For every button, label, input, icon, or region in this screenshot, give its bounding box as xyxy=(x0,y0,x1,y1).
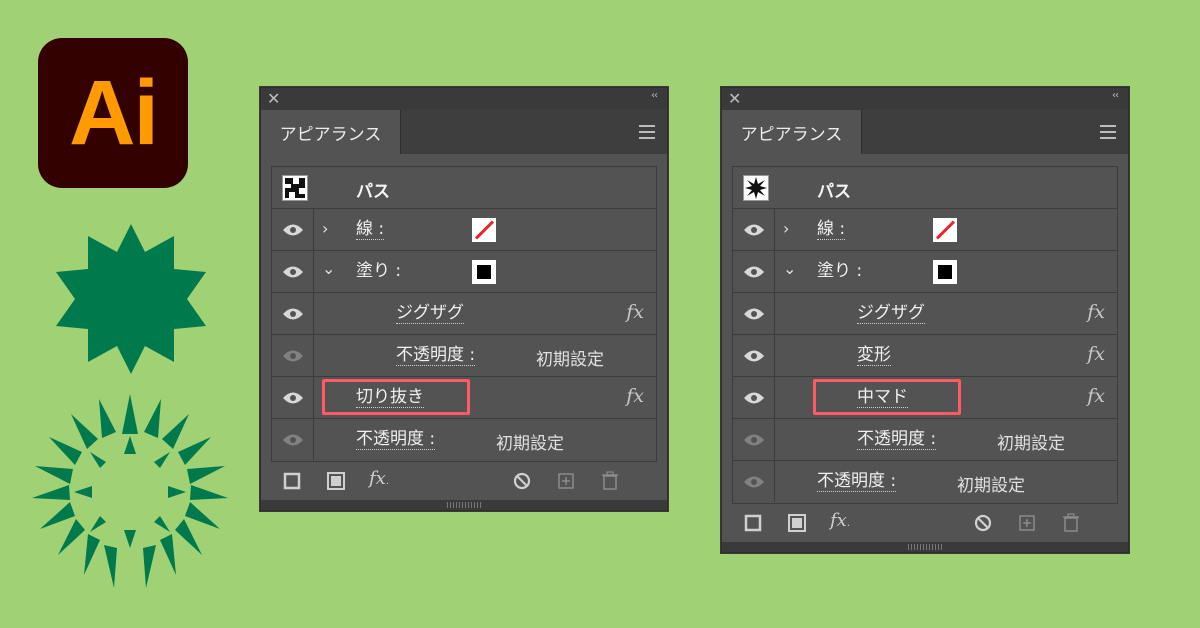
delete-icon[interactable] xyxy=(601,471,619,495)
opacity-value: 初期設定 xyxy=(957,476,1025,496)
tab-appearance[interactable]: アピアランス xyxy=(261,110,401,154)
panel-titlebar: ✕ ‹‹ xyxy=(722,88,1128,110)
fx-icon[interactable]: fx xyxy=(626,385,644,407)
zigzag-effect-label[interactable]: ジグザグ xyxy=(396,303,464,324)
zigzag-star-shape xyxy=(56,224,206,374)
list-item-transform[interactable]: 変形 fx xyxy=(733,335,1117,377)
add-effect-icon[interactable]: fx. xyxy=(369,468,389,489)
panel-titlebar: ✕ ‹‹ xyxy=(261,88,667,110)
list-item-path[interactable]: パス xyxy=(733,167,1117,209)
eye-icon[interactable] xyxy=(272,293,314,334)
eye-icon[interactable] xyxy=(733,419,775,460)
fx-icon[interactable]: fx xyxy=(1087,385,1105,407)
fx-icon[interactable]: fx xyxy=(626,301,644,323)
collapse-icon[interactable]: ‹‹ xyxy=(651,90,658,101)
close-icon[interactable]: ✕ xyxy=(267,89,280,109)
fx-icon[interactable]: fx xyxy=(1087,301,1105,323)
opacity-label[interactable]: 不透明度 : xyxy=(817,471,897,492)
eye-icon[interactable] xyxy=(733,377,775,418)
eye-icon[interactable] xyxy=(733,209,775,250)
list-item-opacity[interactable]: 不透明度 : 初期設定 xyxy=(733,461,1117,503)
collapse-icon[interactable]: ‹‹ xyxy=(1112,90,1119,101)
path-label: パス xyxy=(356,182,390,202)
list-item-stroke[interactable]: › 線 : xyxy=(272,209,656,251)
eye-icon[interactable] xyxy=(272,335,314,376)
opacity-label[interactable]: 不透明度 : xyxy=(396,345,476,366)
close-icon[interactable]: ✕ xyxy=(728,89,741,109)
add-effect-icon[interactable]: fx. xyxy=(830,510,850,531)
fill-label[interactable]: 塗り : xyxy=(817,261,862,281)
eye-icon[interactable] xyxy=(733,461,775,502)
new-fill-icon[interactable] xyxy=(788,514,806,536)
opacity-value: 初期設定 xyxy=(496,434,564,454)
exclude-effect-label[interactable]: 中マド xyxy=(857,387,908,408)
list-item-path[interactable]: パス xyxy=(272,167,656,209)
appearance-panel-1: ✕ ‹‹ アピアランス パス › 線 : ⌄ 塗り : ジグザグ fx 不透明度… xyxy=(260,87,668,511)
new-stroke-icon[interactable] xyxy=(283,472,301,494)
list-item-opacity[interactable]: 不透明度 : 初期設定 xyxy=(272,419,656,461)
cutout-effect-label[interactable]: 切り抜き xyxy=(356,387,424,408)
chevron-down-icon[interactable]: ⌄ xyxy=(783,259,796,278)
list-item-opacity[interactable]: 不透明度 : 初期設定 xyxy=(272,335,656,377)
list-item-cutout[interactable]: 切り抜き fx xyxy=(272,377,656,419)
chevron-right-icon[interactable]: › xyxy=(322,219,328,238)
tab-row: アピアランス xyxy=(722,110,1128,154)
path-thumbnail-icon xyxy=(743,175,769,201)
tab-row: アピアランス xyxy=(261,110,667,154)
resize-grip[interactable] xyxy=(261,500,667,510)
eye-icon[interactable] xyxy=(272,209,314,250)
new-stroke-icon[interactable] xyxy=(744,514,762,536)
eye-icon[interactable] xyxy=(733,335,775,376)
appearance-list: パス › 線 : ⌄ 塗り : ジグザグ fx 変形 fx 中マド fx 不透明… xyxy=(732,166,1118,504)
zigzag-star-polygon xyxy=(56,224,206,374)
menu-icon[interactable] xyxy=(639,125,655,143)
eye-icon[interactable] xyxy=(733,293,775,334)
opacity-value: 初期設定 xyxy=(536,350,604,370)
resize-grip[interactable] xyxy=(722,542,1128,552)
opacity-label[interactable]: 不透明度 : xyxy=(356,429,436,450)
eye-icon[interactable] xyxy=(272,251,314,292)
list-item-opacity[interactable]: 不透明度 : 初期設定 xyxy=(733,419,1117,461)
fill-label[interactable]: 塗り : xyxy=(356,261,401,281)
duplicate-icon[interactable] xyxy=(1018,514,1036,536)
tab-appearance[interactable]: アピアランス xyxy=(722,110,862,154)
fx-icon[interactable]: fx xyxy=(1087,343,1105,365)
eye-icon[interactable] xyxy=(272,377,314,418)
fill-swatch[interactable] xyxy=(472,260,496,284)
sunburst-ring-shape xyxy=(32,394,228,588)
fill-swatch[interactable] xyxy=(933,260,957,284)
appearance-list: パス › 線 : ⌄ 塗り : ジグザグ fx 不透明度 : 初期設定 切り抜き xyxy=(271,166,657,462)
clear-icon[interactable] xyxy=(974,514,992,536)
stroke-swatch[interactable] xyxy=(933,218,957,242)
eye-icon[interactable] xyxy=(733,251,775,292)
opacity-value: 初期設定 xyxy=(997,434,1065,454)
appearance-panel-2: ✕ ‹‹ アピアランス パス › 線 : ⌄ 塗り : ジグザグ fx 変形 f… xyxy=(721,87,1129,553)
list-item-zigzag[interactable]: ジグザグ fx xyxy=(272,293,656,335)
delete-icon[interactable] xyxy=(1062,513,1080,537)
duplicate-icon[interactable] xyxy=(557,472,575,494)
illustrator-logo: Ai xyxy=(38,38,188,188)
logo-text: Ai xyxy=(69,62,159,164)
menu-icon[interactable] xyxy=(1100,125,1116,143)
path-thumbnail-icon xyxy=(282,175,308,201)
transform-effect-label[interactable]: 変形 xyxy=(857,345,891,366)
stroke-label[interactable]: 線 : xyxy=(817,219,846,240)
chevron-down-icon[interactable]: ⌄ xyxy=(322,259,335,278)
stroke-label[interactable]: 線 : xyxy=(356,219,385,240)
eye-icon[interactable] xyxy=(272,419,314,460)
list-item-stroke[interactable]: › 線 : xyxy=(733,209,1117,251)
clear-icon[interactable] xyxy=(513,472,531,494)
stroke-swatch[interactable] xyxy=(472,218,496,242)
opacity-label[interactable]: 不透明度 : xyxy=(857,429,937,450)
zigzag-effect-label[interactable]: ジグザグ xyxy=(857,303,925,324)
new-fill-icon[interactable] xyxy=(327,472,345,494)
list-item-fill[interactable]: ⌄ 塗り : xyxy=(272,251,656,293)
chevron-right-icon[interactable]: › xyxy=(783,219,789,238)
list-item-zigzag[interactable]: ジグザグ fx xyxy=(733,293,1117,335)
path-label: パス xyxy=(817,182,851,202)
list-item-exclude[interactable]: 中マド fx xyxy=(733,377,1117,419)
list-item-fill[interactable]: ⌄ 塗り : xyxy=(733,251,1117,293)
